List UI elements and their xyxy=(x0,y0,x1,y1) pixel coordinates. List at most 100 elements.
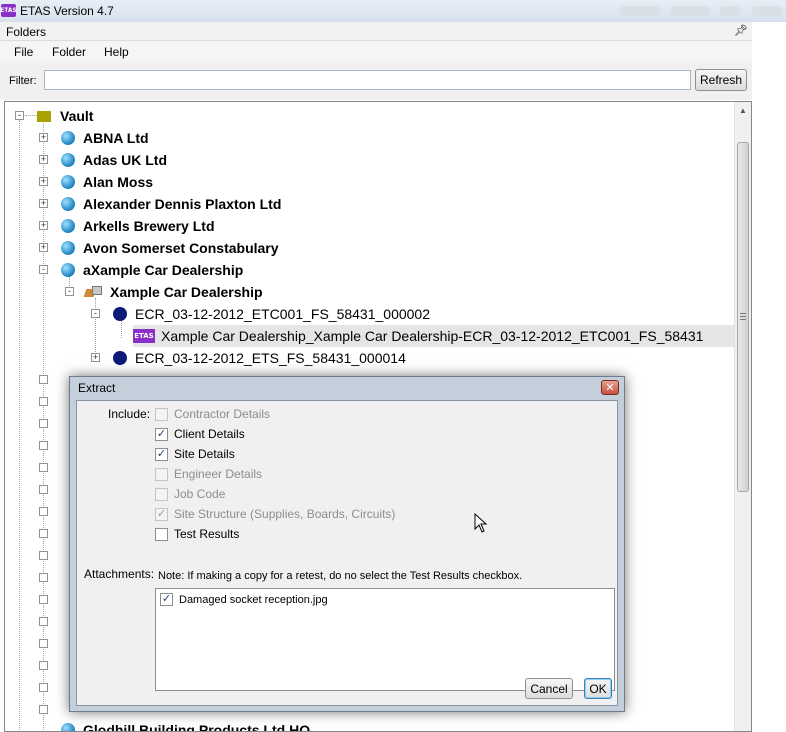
option-label: Site Structure (Supplies, Boards, Circui… xyxy=(174,507,396,521)
tree-node-adas[interactable]: Adas UK Ltd xyxy=(61,149,167,171)
tree-node-label: Alan Moss xyxy=(83,174,154,190)
checkbox[interactable]: ✓ xyxy=(155,427,168,441)
expander-hidden-item[interactable] xyxy=(39,507,48,516)
tree-node-avon[interactable]: Avon Somerset Constabulary xyxy=(61,237,279,259)
include-label: Include: xyxy=(108,407,151,421)
expander-hidden-item[interactable] xyxy=(39,441,48,450)
globe-icon xyxy=(61,153,75,167)
expander-hidden-item[interactable] xyxy=(39,529,48,538)
checkbox[interactable] xyxy=(155,527,168,541)
certificate-icon xyxy=(113,307,127,321)
checkbox[interactable] xyxy=(155,487,168,501)
expander-hidden-item[interactable] xyxy=(39,639,48,648)
cancel-button[interactable]: Cancel xyxy=(525,678,573,699)
tree-node-label: Adas UK Ltd xyxy=(83,152,167,168)
checkbox[interactable]: ✓ xyxy=(155,507,168,521)
checkbox[interactable] xyxy=(155,467,168,481)
checkbox[interactable] xyxy=(155,407,168,421)
scroll-thumb[interactable] xyxy=(737,142,749,492)
attachment-item[interactable]: ✓ Damaged socket reception.jpg xyxy=(160,593,328,606)
option-test-results[interactable]: Test Results xyxy=(155,526,239,542)
expander-hidden-item[interactable] xyxy=(39,463,48,472)
option-label: Contractor Details xyxy=(174,407,271,421)
vault-icon xyxy=(37,110,51,122)
blurred-window-controls xyxy=(620,6,660,16)
globe-icon xyxy=(61,175,75,189)
expander-cert-1[interactable]: - xyxy=(91,309,100,318)
ok-button[interactable]: OK xyxy=(584,678,612,699)
tree-node-label: ABNA Ltd xyxy=(83,130,149,146)
tree-node-glodhill[interactable]: Glodhill Building Products Ltd HQ xyxy=(61,719,310,731)
option-client-details[interactable]: ✓ Client Details xyxy=(155,426,245,442)
option-site-details[interactable]: ✓ Site Details xyxy=(155,446,235,462)
etas-document-icon: ETAS xyxy=(133,329,155,343)
option-label: Job Code xyxy=(174,487,226,501)
tree-node-alan-moss[interactable]: Alan Moss xyxy=(61,171,153,193)
tree-node-arkells[interactable]: Arkells Brewery Ltd xyxy=(61,215,215,237)
expander-abna[interactable]: + xyxy=(39,133,48,142)
menu-file[interactable]: File xyxy=(14,45,33,59)
expander-hidden-item[interactable] xyxy=(39,661,48,670)
expander-hidden-item[interactable] xyxy=(39,595,48,604)
tree-node-cert-2[interactable]: ECR_03-12-2012_ETS_FS_58431_000014 xyxy=(113,347,406,369)
tree-scrollbar[interactable]: ▲ xyxy=(734,102,751,731)
expander-vault[interactable]: - xyxy=(15,111,24,120)
menu-help[interactable]: Help xyxy=(104,45,129,59)
expander-adas[interactable]: + xyxy=(39,155,48,164)
certificate-icon xyxy=(113,351,127,365)
expander-avon[interactable]: + xyxy=(39,243,48,252)
option-job-code[interactable]: Job Code xyxy=(155,486,225,502)
close-icon[interactable]: ✕ xyxy=(601,380,619,395)
expander-hidden-item[interactable] xyxy=(39,419,48,428)
tree-node-label: Xample Car Dealership xyxy=(110,284,263,300)
filter-input[interactable] xyxy=(44,70,691,90)
attachments-list[interactable]: ✓ Damaged socket reception.jpg xyxy=(155,588,615,691)
tree-node-vault[interactable]: Vault xyxy=(37,105,93,127)
etas-logo-icon: ETAS xyxy=(0,4,17,17)
expander-hidden-item[interactable] xyxy=(39,573,48,582)
window-title: ETAS Version 4.7 xyxy=(20,4,114,18)
globe-icon xyxy=(61,197,75,211)
tree-node-document[interactable]: ETAS Xample Car Dealership_Xample Car De… xyxy=(133,325,735,347)
window-titlebar: ETAS ETAS Version 4.7 xyxy=(0,0,786,22)
checkbox[interactable]: ✓ xyxy=(155,447,168,461)
dialog-titlebar[interactable]: Extract ✕ xyxy=(70,377,624,399)
blurred-window-controls-4 xyxy=(752,6,782,16)
expander-hidden-item[interactable] xyxy=(39,617,48,626)
expander-hidden-item[interactable] xyxy=(39,485,48,494)
tree-node-label: Vault xyxy=(60,108,94,124)
tree-node-abna[interactable]: ABNA Ltd xyxy=(61,127,149,149)
expander-cert-2[interactable]: + xyxy=(91,353,100,362)
refresh-button[interactable]: Refresh xyxy=(695,69,747,91)
checkbox[interactable]: ✓ xyxy=(160,593,173,606)
expander-hidden-item[interactable] xyxy=(39,397,48,406)
option-contractor-details[interactable]: Contractor Details xyxy=(155,406,270,422)
blurred-window-controls-3 xyxy=(720,6,740,16)
expander-alexander-dennis[interactable]: + xyxy=(39,199,48,208)
tree-node-axample[interactable]: aXample Car Dealership xyxy=(61,259,243,281)
option-engineer-details[interactable]: Engineer Details xyxy=(155,466,262,482)
globe-icon xyxy=(61,263,75,277)
menu-folder[interactable]: Folder xyxy=(52,45,86,59)
expander-hidden-item[interactable] xyxy=(39,683,48,692)
dialog-body: Include: Contractor Details ✓ Client Det… xyxy=(76,400,618,706)
expander-hidden-item[interactable] xyxy=(39,705,48,714)
tree-node-label: Xample Car Dealership_Xample Car Dealers… xyxy=(161,328,704,344)
dialog-title: Extract xyxy=(78,381,116,395)
pin-icon[interactable]: 📌︎ xyxy=(734,24,748,37)
retest-note: Note: If making a copy for a retest, do … xyxy=(158,570,523,582)
option-site-structure[interactable]: ✓ Site Structure (Supplies, Boards, Circ… xyxy=(155,506,395,522)
expander-arkells[interactable]: + xyxy=(39,221,48,230)
expander-alan-moss[interactable]: + xyxy=(39,177,48,186)
tree-node-xample-site[interactable]: Xample Car Dealership xyxy=(85,281,263,303)
expander-hidden-item[interactable] xyxy=(39,551,48,560)
tree-node-cert-1[interactable]: ECR_03-12-2012_ETC001_FS_58431_000002 xyxy=(113,303,430,325)
globe-icon xyxy=(61,219,75,233)
expander-hidden-item[interactable] xyxy=(39,375,48,384)
expander-xample-site[interactable]: - xyxy=(65,287,74,296)
scroll-up-arrow-icon[interactable]: ▲ xyxy=(735,102,751,119)
tree-node-label: ECR_03-12-2012_ETC001_FS_58431_000002 xyxy=(135,306,430,322)
option-label: Client Details xyxy=(174,427,245,441)
expander-axample[interactable]: - xyxy=(39,265,48,274)
tree-node-alexander-dennis[interactable]: Alexander Dennis Plaxton Ltd xyxy=(61,193,281,215)
